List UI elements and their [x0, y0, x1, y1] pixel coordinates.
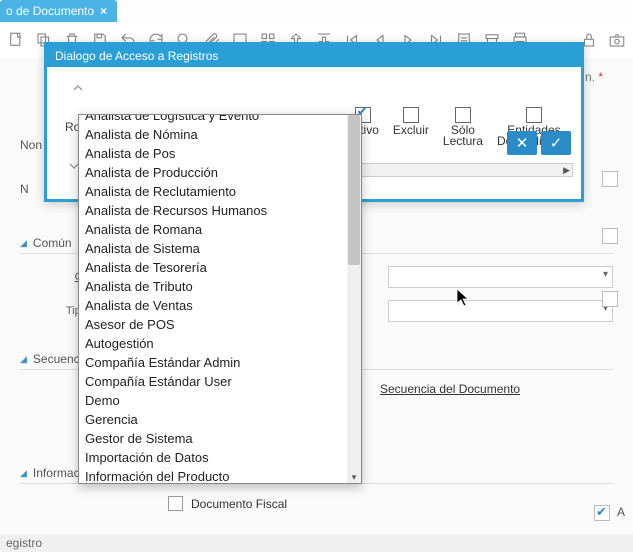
new-icon[interactable]	[6, 30, 26, 50]
cancel-button[interactable]: ✕	[507, 131, 537, 155]
mouse-cursor-icon	[456, 288, 472, 308]
right-checkbox-1[interactable]	[602, 171, 618, 187]
dropdown-item[interactable]: Compañía Estándar Admin	[79, 353, 347, 372]
tab-close-icon[interactable]: ×	[100, 4, 107, 18]
dropdown-item[interactable]: Analista de Producción	[79, 163, 347, 182]
dialog-title: Dialogo de Acceso a Registros	[47, 45, 581, 67]
right-checkbox-2[interactable]	[602, 228, 618, 244]
dropdown-item[interactable]: Analista de Tesorería	[79, 258, 347, 277]
status-text: egistro	[6, 536, 42, 550]
dropdown-item[interactable]: Información del Producto	[79, 467, 347, 483]
dropdown-item[interactable]: Analista de Reclutamiento	[79, 182, 347, 201]
dropdown-item[interactable]: Analista de Romana	[79, 220, 347, 239]
chevron-up-icon[interactable]	[65, 77, 91, 99]
dropdown-item[interactable]: Analista de Ventas	[79, 296, 347, 315]
dropdown-item[interactable]: Analista de Recursos Humanos	[79, 201, 347, 220]
excluir-label: Excluir	[393, 125, 429, 136]
dropdown-vscrollbar[interactable]: ▾	[347, 115, 361, 483]
section-comun-label: Común	[33, 236, 72, 250]
secuencia-link[interactable]: Secuencia del Documento	[380, 382, 520, 396]
dropdown-item[interactable]: Demo	[79, 391, 347, 410]
dropdown-item[interactable]: Gerencia	[79, 410, 347, 429]
ok-button[interactable]: ✓	[541, 131, 571, 155]
dropdown-item[interactable]: Analista de Logística y Evento	[79, 115, 347, 125]
vscroll-thumb[interactable]	[348, 115, 360, 265]
categoria-combo[interactable]	[388, 266, 613, 288]
triangle-icon: ◢	[20, 468, 27, 479]
dropdown-item[interactable]: Gestor de Sistema	[79, 429, 347, 448]
camera-icon[interactable]	[607, 30, 627, 50]
dropdown-item[interactable]: Analista de Tributo	[79, 277, 347, 296]
dropdown-item[interactable]: Compañía Estándar User	[79, 372, 347, 391]
entidades-checkbox[interactable]	[526, 107, 542, 123]
excluir-checkbox[interactable]	[403, 107, 419, 123]
chk-solo-lectura[interactable]: Sólo Lectura	[443, 107, 483, 147]
dropdown-item[interactable]: Autogestión	[79, 334, 347, 353]
right-checkbox-4[interactable]	[594, 505, 610, 521]
tipodoc-combo[interactable]	[388, 300, 613, 322]
docfiscal-label: Documento Fiscal	[191, 497, 287, 511]
req-star: *	[598, 70, 603, 84]
dropdown-item[interactable]: Importación de Datos	[79, 448, 347, 467]
status-bar: egistro	[0, 534, 633, 552]
hscroll-right-icon[interactable]: ▶	[561, 165, 572, 176]
chk-excluir[interactable]: Excluir	[393, 107, 429, 136]
dialog-buttons: ✕ ✓	[507, 131, 571, 155]
docfiscal-row: Documento Fiscal	[20, 496, 613, 511]
triangle-icon: ◢	[20, 354, 27, 365]
tab-strip: o de Documento ×	[0, 0, 117, 22]
tab-title: o de Documento	[6, 4, 94, 18]
docfiscal-checkbox[interactable]	[168, 496, 183, 511]
bottom-letter: A	[617, 505, 625, 519]
right-checkbox-3[interactable]	[602, 291, 618, 307]
triangle-icon: ◢	[20, 238, 27, 249]
vscroll-down-icon[interactable]: ▾	[347, 471, 361, 483]
req-n: n.	[585, 70, 595, 84]
dropdown-item[interactable]: Asesor de POS	[79, 315, 347, 334]
dropdown-item[interactable]: Analista de Nómina	[79, 125, 347, 144]
solo-lectura-checkbox[interactable]	[455, 107, 471, 123]
solo-lectura-label-2: Lectura	[443, 136, 483, 147]
rol-dropdown: Analista de Logística y EventoAnalista d…	[78, 114, 362, 484]
dropdown-list[interactable]: Analista de Logística y EventoAnalista d…	[79, 115, 347, 483]
dropdown-item[interactable]: Analista de Sistema	[79, 239, 347, 258]
dropdown-item[interactable]: Analista de Pos	[79, 144, 347, 163]
tab-documento[interactable]: o de Documento ×	[0, 0, 117, 22]
